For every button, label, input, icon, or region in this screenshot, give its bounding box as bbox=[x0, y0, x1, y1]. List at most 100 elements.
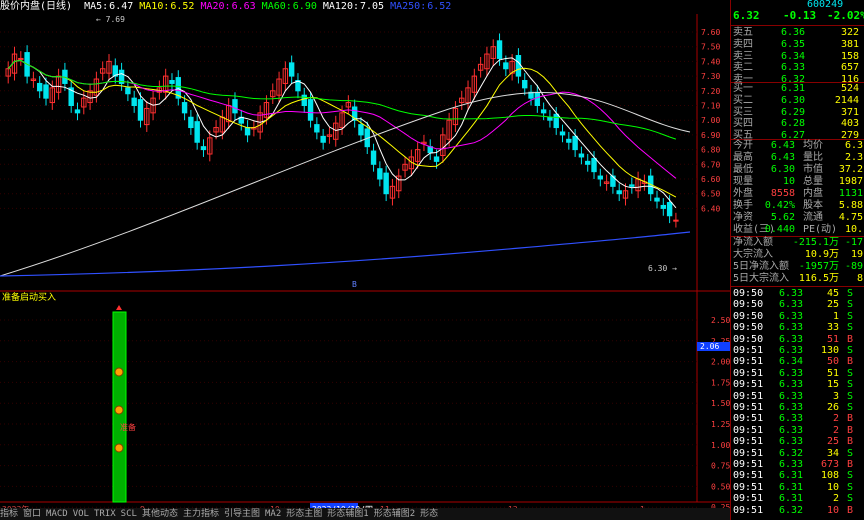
tick-row: 09:50 6.33 1 S bbox=[731, 311, 864, 323]
candle-body bbox=[74, 109, 81, 114]
flow-value: 116.5万 bbox=[798, 273, 839, 284]
candle-body bbox=[566, 138, 572, 143]
candle-body bbox=[559, 131, 566, 136]
bid-label: 买三 bbox=[733, 106, 753, 118]
tick-time: 09:50 bbox=[733, 288, 764, 299]
tick-row: 09:51 6.31 108 S bbox=[731, 470, 864, 482]
ask-level: 卖三 6.34 158 bbox=[731, 51, 864, 63]
tick-volume: 33 bbox=[826, 322, 839, 334]
tick-time: 09:51 bbox=[733, 413, 764, 425]
divider bbox=[731, 25, 864, 26]
ma250-line bbox=[0, 231, 691, 277]
bid-level: 买二 6.30 2144 bbox=[731, 95, 864, 107]
indicator-tab[interactable]: SCL bbox=[121, 509, 137, 519]
tick-price: 6.33 bbox=[779, 436, 804, 448]
indicator-tab[interactable]: 主力指标 bbox=[183, 509, 219, 519]
indicator-tab[interactable]: 引导主图 bbox=[224, 509, 260, 519]
flow-label: 5日大宗流入 bbox=[733, 273, 790, 284]
ask-level: 卖五 6.36 322 bbox=[731, 27, 864, 39]
stat-value: 0.440 bbox=[764, 224, 795, 235]
indicator-tab[interactable]: 形态主图 bbox=[286, 509, 322, 519]
ma-legend-item: MA120: bbox=[322, 1, 359, 12]
ask-label: 卖三 bbox=[733, 50, 753, 62]
flow-value-2: -17 bbox=[844, 237, 863, 248]
candle-body bbox=[181, 102, 188, 114]
indicator-tab[interactable]: VOL bbox=[73, 509, 89, 519]
y-tick-label: 6.40 bbox=[701, 204, 720, 213]
y-tick-label: 7.40 bbox=[701, 57, 720, 66]
stat-row: 今开 6.43 均价 6.3 bbox=[731, 140, 864, 152]
tick-price: 6.33 bbox=[779, 345, 804, 356]
tick-volume: 50 bbox=[826, 356, 839, 368]
stat-row: 现量 10 总量 1987 bbox=[731, 176, 864, 188]
indicator-tab[interactable]: 指标 bbox=[0, 509, 18, 519]
candle-body bbox=[660, 204, 667, 209]
candle-body bbox=[629, 184, 635, 187]
tick-volume: 51 bbox=[826, 333, 839, 345]
y-tick-label: 7.30 bbox=[701, 72, 720, 81]
indicator-tab[interactable]: 窗口 bbox=[23, 509, 41, 519]
stat-row: 净资 5.62 流通 4.75 bbox=[731, 212, 864, 224]
tick-row: 09:51 6.34 50 B bbox=[731, 356, 864, 368]
ask-price: 6.36 bbox=[781, 27, 806, 38]
candle-body bbox=[36, 82, 43, 92]
indicator-y-tick: 0.50 bbox=[711, 482, 730, 491]
stat-value: 6.3 bbox=[844, 140, 863, 151]
stat-label: 内盘 bbox=[803, 188, 823, 199]
bid-volume: 524 bbox=[840, 83, 859, 94]
tick-price: 6.33 bbox=[779, 402, 804, 413]
candle-body bbox=[522, 80, 528, 89]
ma-legend-item: MA5: bbox=[84, 1, 109, 12]
tick-time: 09:51 bbox=[733, 504, 764, 516]
indicator-tab[interactable]: 形态 bbox=[420, 509, 438, 519]
indicator-tab[interactable]: MA2 bbox=[265, 509, 281, 519]
tick-time: 09:51 bbox=[733, 402, 764, 413]
divider bbox=[731, 286, 864, 287]
indicator-y-tick: 1.75 bbox=[711, 378, 730, 387]
chart-title: 股价内盘(日线) bbox=[0, 1, 73, 12]
bid-label: 买二 bbox=[733, 94, 753, 106]
indicator-tab[interactable]: 形态辅图1 bbox=[327, 509, 368, 519]
tick-row: 09:50 6.33 25 S bbox=[731, 299, 864, 311]
ma-legend-value: 6.47 bbox=[109, 1, 134, 12]
flow-value: 10.9万 bbox=[804, 249, 839, 260]
indicator-tab[interactable]: 形态辅图2 bbox=[374, 509, 415, 519]
ask-label: 卖五 bbox=[733, 27, 753, 38]
indicator-tab[interactable]: MACD bbox=[46, 509, 68, 519]
tick-direction: S bbox=[846, 390, 853, 402]
candle-body bbox=[18, 57, 24, 60]
tick-row: 09:51 6.33 26 S bbox=[731, 402, 864, 414]
stat-value: 10 bbox=[782, 176, 795, 187]
tick-row: 09:51 6.31 10 S bbox=[731, 482, 864, 494]
stat-row: 最低 6.30 市值 37.2 bbox=[731, 164, 864, 176]
candle-body bbox=[314, 124, 320, 133]
ask-volume: 381 bbox=[840, 38, 859, 50]
candle-body bbox=[597, 175, 604, 180]
chart-header: 股价内盘(日线) MA5:6.47 MA10:6.52 MA20:6.63 MA60:… bbox=[0, 0, 463, 14]
tick-time: 09:51 bbox=[733, 390, 764, 402]
candle-body bbox=[515, 55, 522, 77]
stat-label: 最低 bbox=[733, 164, 753, 175]
ma-legend-value: 6.52 bbox=[170, 1, 195, 12]
tick-direction: B bbox=[846, 459, 853, 470]
tick-price: 6.31 bbox=[779, 481, 804, 493]
ask-volume: 158 bbox=[840, 50, 859, 62]
candle-body bbox=[307, 99, 314, 121]
quote-panel: 600249 6.32 -0.13 -2.02% 卖五 6.36 322 卖四 6.35 381 卖… bbox=[705, 0, 864, 520]
indicator-tab[interactable]: 其他动态 bbox=[142, 509, 178, 519]
candle-body bbox=[383, 172, 389, 195]
indicator-tab[interactable]: TRIX bbox=[94, 509, 116, 519]
stat-label: 股本 bbox=[803, 200, 823, 211]
kline-chart[interactable]: 7.60 7.50 7.40 7.30 7.20 7.10 7.00 6.90 6.80 6.70… bbox=[0, 0, 730, 508]
indicator-tabs[interactable]: 指标 窗口 MACD VOL TRIX SCL 其他动态 主力指标 引导主图 MA2 形态主图 形态辅… bbox=[0, 508, 730, 520]
buy-marker: B bbox=[352, 280, 357, 289]
tick-volume: 34 bbox=[826, 447, 839, 459]
stat-label: 均价 bbox=[803, 140, 823, 151]
stat-row: 最高 6.43 量比 2.3 bbox=[731, 152, 864, 164]
candle-body bbox=[125, 87, 131, 95]
low-price-label: 6.30 → bbox=[648, 264, 677, 273]
candle-body bbox=[244, 127, 251, 136]
tick-price: 6.33 bbox=[779, 322, 804, 334]
tick-price: 6.33 bbox=[779, 310, 804, 322]
tick-price: 6.33 bbox=[779, 288, 804, 299]
